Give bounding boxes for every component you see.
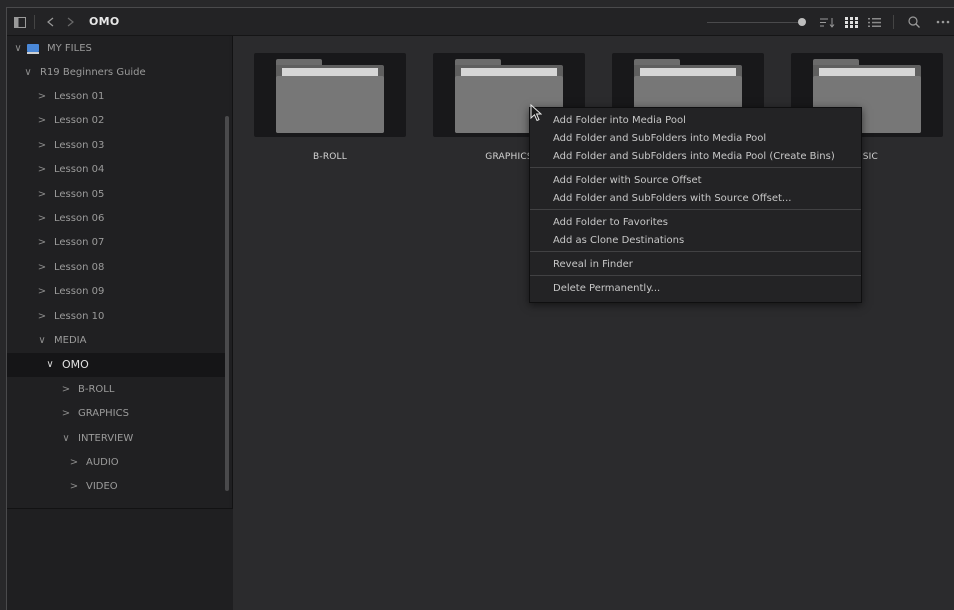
tree-item-label: MY FILES bbox=[47, 42, 92, 54]
menu-item-add-folder-and-subfolders-into-media-pool-create-bins[interactable]: Add Folder and SubFolders into Media Poo… bbox=[530, 147, 861, 167]
chevron-right-icon[interactable]: > bbox=[35, 311, 49, 322]
tree-item-media[interactable]: ∨ MEDIA bbox=[7, 328, 225, 352]
tree-item-lesson-03[interactable]: > Lesson 03 bbox=[7, 133, 225, 157]
menu-separator bbox=[530, 275, 861, 276]
drive-icon bbox=[27, 44, 39, 54]
tree-item-label: Lesson 02 bbox=[54, 115, 105, 127]
tree-item-label: OMO bbox=[62, 358, 89, 372]
file-tree: ∨ MY FILES ∨ R19 Beginners Guide > Lesson 0… bbox=[7, 36, 229, 508]
media-storage-window: OMO ∨ MY FILES ∨ R19 Beginners Guide > Le bbox=[6, 7, 954, 610]
chevron-right-icon[interactable]: > bbox=[67, 457, 81, 468]
menu-separator bbox=[530, 209, 861, 210]
chevron-right-icon[interactable]: > bbox=[35, 164, 49, 175]
tree-item-label: Lesson 06 bbox=[54, 212, 105, 224]
tree-item-lesson-02[interactable]: > Lesson 02 bbox=[7, 109, 225, 133]
tree-item-r19-beginners-guide[interactable]: ∨ R19 Beginners Guide bbox=[7, 60, 225, 84]
toolbar: OMO bbox=[7, 8, 954, 36]
tree-item-b-roll[interactable]: > B-ROLL bbox=[7, 377, 225, 401]
tree-item-lesson-01[interactable]: > Lesson 01 bbox=[7, 84, 225, 108]
chevron-down-icon[interactable]: ∨ bbox=[21, 67, 35, 78]
menu-item-add-folder-and-subfolders-into-media-pool[interactable]: Add Folder and SubFolders into Media Poo… bbox=[530, 129, 861, 149]
tree-item-label: R19 Beginners Guide bbox=[40, 66, 146, 78]
chevron-down-icon[interactable]: ∨ bbox=[11, 43, 25, 54]
tree-item-graphics[interactable]: > GRAPHICS bbox=[7, 402, 225, 426]
tree-item-label: Lesson 08 bbox=[54, 261, 105, 273]
tree-item-lesson-09[interactable]: > Lesson 09 bbox=[7, 280, 225, 304]
tree-item-label: Lesson 05 bbox=[54, 188, 105, 200]
tree-item-lesson-07[interactable]: > Lesson 07 bbox=[7, 231, 225, 255]
chevron-right-icon[interactable]: > bbox=[59, 408, 73, 419]
toolbar-divider bbox=[34, 15, 35, 29]
chevron-right-icon[interactable]: > bbox=[35, 91, 49, 102]
menu-item-add-folder-to-favorites[interactable]: Add Folder to Favorites bbox=[530, 213, 861, 233]
tree-item-label: Lesson 04 bbox=[54, 164, 105, 176]
tree-root-my-files[interactable]: ∨ MY FILES bbox=[7, 38, 229, 58]
menu-item-reveal-in-finder[interactable]: Reveal in Finder bbox=[530, 255, 861, 275]
tree-item-lesson-06[interactable]: > Lesson 06 bbox=[7, 206, 225, 230]
menu-item-add-folder-and-subfolders-with-source-offset[interactable]: Add Folder and SubFolders with Source Of… bbox=[530, 189, 861, 209]
chevron-right-icon[interactable]: > bbox=[35, 115, 49, 126]
current-path-title: OMO bbox=[89, 15, 120, 28]
tree-item-label: VIDEO bbox=[86, 481, 118, 493]
tree-item-omo[interactable]: ∨ OMO bbox=[7, 352, 225, 377]
tree-item-lesson-10[interactable]: > Lesson 10 bbox=[7, 304, 225, 328]
chevron-down-icon[interactable]: ∨ bbox=[59, 433, 73, 444]
grid-view-icon[interactable] bbox=[843, 8, 861, 36]
chevron-right-icon[interactable]: > bbox=[67, 481, 81, 492]
folder-thumbnail[interactable] bbox=[254, 53, 406, 137]
tree-item-label: MEDIA bbox=[54, 334, 87, 346]
chevron-right-icon[interactable]: > bbox=[35, 237, 49, 248]
toolbar-divider bbox=[893, 15, 894, 29]
mouse-cursor-icon bbox=[530, 104, 542, 122]
chevron-right-icon[interactable]: > bbox=[35, 140, 49, 151]
sidebar-toggle-icon[interactable] bbox=[11, 8, 29, 36]
chevron-right-icon[interactable]: > bbox=[35, 189, 49, 200]
menu-item-add-folder-into-media-pool[interactable]: Add Folder into Media Pool bbox=[530, 111, 861, 131]
tree-item-label: AUDIO bbox=[86, 456, 119, 468]
more-icon[interactable] bbox=[933, 8, 953, 36]
sidebar-empty-area bbox=[7, 508, 233, 610]
tree-item-label: INTERVIEW bbox=[78, 432, 134, 444]
tree-item-label: Lesson 07 bbox=[54, 237, 105, 249]
tree-item-label: Lesson 10 bbox=[54, 310, 105, 322]
tree-item-video[interactable]: > VIDEO bbox=[7, 475, 225, 499]
tree-item-lesson-08[interactable]: > Lesson 08 bbox=[7, 255, 225, 279]
chevron-down-icon[interactable]: ∨ bbox=[35, 335, 49, 346]
tree-item-label: Lesson 01 bbox=[54, 90, 105, 102]
zoom-slider[interactable] bbox=[707, 22, 805, 23]
chevron-down-icon[interactable]: ∨ bbox=[43, 359, 57, 370]
search-icon[interactable] bbox=[905, 8, 923, 36]
menu-separator bbox=[530, 251, 861, 252]
chevron-right-icon[interactable]: > bbox=[35, 286, 49, 297]
chevron-right-icon[interactable]: > bbox=[35, 262, 49, 273]
file-tree-panel: ∨ MY FILES ∨ R19 Beginners Guide > Lesson 0… bbox=[7, 36, 233, 610]
back-icon[interactable] bbox=[43, 8, 57, 36]
folder-icon bbox=[276, 59, 384, 133]
tree-item-interview[interactable]: ∨ INTERVIEW bbox=[7, 426, 225, 450]
folder-label[interactable]: B-ROLL bbox=[254, 152, 406, 162]
menu-item-add-folder-with-source-offset[interactable]: Add Folder with Source Offset bbox=[530, 171, 861, 191]
tree-item-lesson-04[interactable]: > Lesson 04 bbox=[7, 158, 225, 182]
tree-item-label: B-ROLL bbox=[78, 383, 115, 395]
tree-item-audio[interactable]: > AUDIO bbox=[7, 450, 225, 474]
forward-icon[interactable] bbox=[63, 8, 77, 36]
zoom-slider-handle[interactable] bbox=[798, 18, 807, 26]
list-view-icon[interactable] bbox=[865, 8, 883, 36]
context-menu: Add Folder into Media Pool Add Folder and… bbox=[529, 107, 862, 303]
chevron-right-icon[interactable]: > bbox=[35, 213, 49, 224]
sort-icon[interactable] bbox=[819, 8, 837, 36]
chevron-right-icon[interactable]: > bbox=[59, 384, 73, 395]
tree-item-lesson-05[interactable]: > Lesson 05 bbox=[7, 182, 225, 206]
menu-separator bbox=[530, 167, 861, 168]
menu-item-add-as-clone-destinations[interactable]: Add as Clone Destinations bbox=[530, 231, 861, 251]
sidebar-scrollbar[interactable] bbox=[225, 116, 229, 491]
tree-item-label: Lesson 09 bbox=[54, 286, 105, 298]
tree-item-label: Lesson 03 bbox=[54, 139, 105, 151]
menu-item-delete-permanently[interactable]: Delete Permanently... bbox=[530, 279, 861, 299]
tree-item-label: GRAPHICS bbox=[78, 408, 129, 420]
